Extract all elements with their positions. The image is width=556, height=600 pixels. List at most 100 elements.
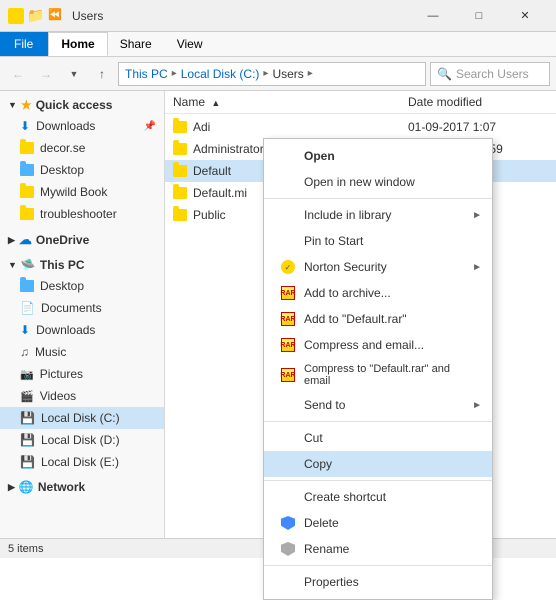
- sidebar-item-pictures-label: Pictures: [40, 367, 83, 381]
- sidebar-item-localdisk-c[interactable]: 💾 Local Disk (C:): [0, 407, 164, 429]
- ctx-compress-label: Compress and email...: [304, 338, 424, 352]
- sidebar-item-documents[interactable]: 📄 Documents: [0, 297, 164, 319]
- ctx-properties[interactable]: Properties: [264, 569, 492, 595]
- hdd-icon-d: 💾: [20, 433, 35, 447]
- sidebar-item-decorase[interactable]: decor.se: [0, 137, 164, 159]
- ctx-delete-label: Delete: [304, 516, 339, 530]
- network-header[interactable]: ▶ 🌐 Network: [0, 477, 164, 497]
- maximize-button[interactable]: □: [456, 0, 502, 32]
- recent-button[interactable]: ▼: [62, 62, 86, 86]
- ctx-properties-icon: [280, 574, 296, 590]
- sidebar-item-trouble-label: troubleshooter: [40, 207, 117, 221]
- ctx-include-library[interactable]: Include in library ►: [264, 202, 492, 228]
- breadcrumb-localdisk[interactable]: Local Disk (C:): [181, 67, 260, 81]
- ctx-compress-default-email[interactable]: RAR Compress to "Default.rar" and email: [264, 358, 492, 392]
- ctx-pin-label: Pin to Start: [304, 234, 363, 248]
- sidebar-item-pc-desktop-label: Desktop: [40, 279, 84, 293]
- pin-icon: 📌: [144, 121, 156, 132]
- hdd-icon-e: 💾: [20, 455, 35, 469]
- forward-button[interactable]: →: [34, 62, 58, 86]
- folder-icon-adi: [173, 121, 187, 133]
- ctx-compressdef-icon: RAR: [280, 367, 296, 383]
- title-bar: 📁 ⏪ Users — □ ✕: [0, 0, 556, 32]
- ctx-norton[interactable]: ✓ Norton Security ►: [264, 254, 492, 280]
- col-name-header[interactable]: Name ▲: [173, 95, 408, 109]
- sidebar-item-pc-downloads[interactable]: ⬇ Downloads: [0, 319, 164, 341]
- pic-icon: 📷: [20, 368, 34, 381]
- folder-icon-default: [173, 165, 187, 177]
- ctx-open-new-icon: [280, 174, 296, 190]
- network-section: ▶ 🌐 Network: [0, 477, 164, 497]
- download-icon-pc: ⬇: [20, 323, 30, 337]
- minimize-button[interactable]: —: [410, 0, 456, 32]
- network-label: Network: [38, 480, 85, 494]
- search-box[interactable]: 🔍 Search Users: [430, 62, 550, 86]
- ctx-norton-icon: ✓: [280, 259, 296, 275]
- ribbon-tabs: File Home Share View: [0, 32, 556, 56]
- onedrive-header[interactable]: ▶ ☁ OneDrive: [0, 229, 164, 251]
- tab-view[interactable]: View: [165, 32, 216, 56]
- search-placeholder: Search Users: [456, 67, 529, 81]
- ctx-sep3: [264, 480, 492, 481]
- close-button[interactable]: ✕: [502, 0, 548, 32]
- sidebar-item-localdisk-d[interactable]: 💾 Local Disk (D:): [0, 429, 164, 451]
- ctx-add-archive[interactable]: RAR Add to archive...: [264, 280, 492, 306]
- ctx-cut-label: Cut: [304, 431, 323, 445]
- sidebar-item-downloads[interactable]: ⬇ Downloads 📌: [0, 115, 164, 137]
- docs-icon: 📄: [20, 301, 35, 315]
- breadcrumb-thispc[interactable]: This PC: [125, 67, 168, 81]
- hdd-icon-c: 💾: [20, 411, 35, 425]
- ctx-rename-icon: [280, 541, 296, 557]
- sidebar-item-pc-desktop[interactable]: Desktop: [0, 275, 164, 297]
- folder-icon-desktop: [20, 164, 34, 176]
- thispc-header[interactable]: ▼ 🛸 This PC: [0, 255, 164, 275]
- tab-share[interactable]: Share: [108, 32, 165, 56]
- sidebar-item-music[interactable]: ♫ Music: [0, 341, 164, 363]
- title-bar-icons: 📁 ⏪: [8, 8, 64, 24]
- tab-home[interactable]: Home: [48, 32, 107, 56]
- tab-file[interactable]: File: [0, 32, 48, 56]
- ctx-copy[interactable]: Copy: [264, 451, 492, 477]
- up-button[interactable]: ↑: [90, 62, 114, 86]
- ctx-archive-icon: RAR: [280, 285, 296, 301]
- thispc-arrow: ▼: [8, 260, 17, 270]
- onedrive-section: ▶ ☁ OneDrive: [0, 229, 164, 251]
- ctx-sendto-icon: [280, 397, 296, 413]
- ctx-library-arrow: ►: [472, 210, 482, 221]
- sort-arrow: ▲: [211, 98, 220, 108]
- folder-icon-mywild: [20, 186, 34, 198]
- ctx-compress-email[interactable]: RAR Compress and email...: [264, 332, 492, 358]
- sidebar-item-troubleshooter[interactable]: troubleshooter: [0, 203, 164, 225]
- ctx-create-shortcut[interactable]: Create shortcut: [264, 484, 492, 510]
- ctx-delete[interactable]: Delete: [264, 510, 492, 536]
- network-arrow: ▶: [8, 482, 15, 493]
- ctx-add-default-rar[interactable]: RAR Add to "Default.rar": [264, 306, 492, 332]
- file-item-adi[interactable]: Adi 01-09-2017 1:07: [165, 116, 556, 138]
- ctx-cut[interactable]: Cut: [264, 425, 492, 451]
- ctx-defaultrar-icon: RAR: [280, 311, 296, 327]
- ctx-sep2: [264, 421, 492, 422]
- file-date-adi: 01-09-2017 1:07: [408, 120, 548, 134]
- sidebar-item-videos-label: Videos: [40, 389, 76, 403]
- col-date-header[interactable]: Date modified: [408, 95, 548, 109]
- breadcrumb: This PC ▸ Local Disk (C:) ▸ Users ▸: [118, 62, 426, 86]
- sidebar-item-pictures[interactable]: 📷 Pictures: [0, 363, 164, 385]
- ctx-open-new-label: Open in new window: [304, 175, 415, 189]
- quick-access-header[interactable]: ▼ ★ Quick access: [0, 95, 164, 115]
- pc-icon: 🛸: [21, 258, 36, 272]
- ctx-send-to[interactable]: Send to ►: [264, 392, 492, 418]
- back-button[interactable]: ←: [6, 62, 30, 86]
- folder-icon-decor: [20, 142, 34, 154]
- ctx-open-icon: [280, 148, 296, 164]
- sidebar-item-desktop[interactable]: Desktop: [0, 159, 164, 181]
- sidebar-item-localdisk-e[interactable]: 💾 Local Disk (E:): [0, 451, 164, 473]
- ctx-rename[interactable]: Rename: [264, 536, 492, 562]
- onedrive-label: OneDrive: [36, 233, 89, 247]
- sidebar-item-videos[interactable]: 🎬 Videos: [0, 385, 164, 407]
- ctx-open[interactable]: Open: [264, 143, 492, 169]
- ctx-pin-start[interactable]: Pin to Start: [264, 228, 492, 254]
- ctx-open-new-window[interactable]: Open in new window: [264, 169, 492, 195]
- sidebar-item-mywild[interactable]: Mywild Book: [0, 181, 164, 203]
- sidebar-item-localdisk-c-label: Local Disk (C:): [41, 411, 120, 425]
- ctx-norton-arrow: ►: [472, 262, 482, 273]
